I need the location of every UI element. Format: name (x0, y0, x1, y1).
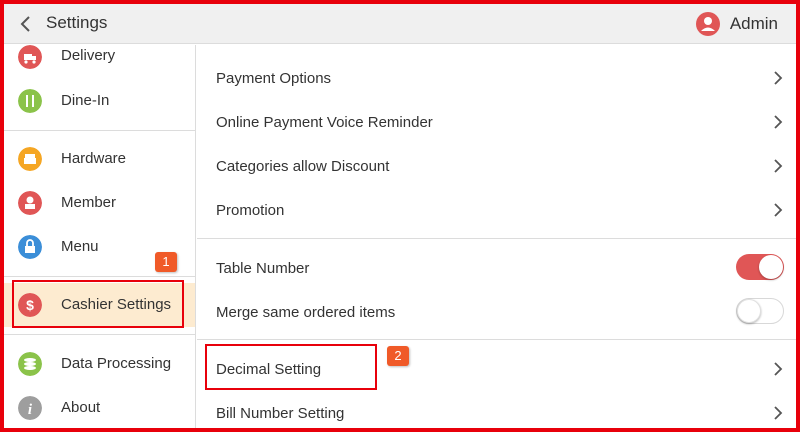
table-number-toggle[interactable] (736, 254, 784, 280)
setting-row-categories-allow-discount[interactable]: Categories allow Discount (197, 144, 796, 188)
sidebar: Delivery Dine-In Hardware Member Menu 1 … (4, 45, 196, 428)
merge-items-toggle[interactable] (736, 298, 784, 324)
user-menu[interactable]: Admin (695, 10, 778, 38)
toggle-knob (759, 255, 783, 279)
annotation-badge-1: 1 (155, 252, 177, 272)
back-icon[interactable] (16, 14, 36, 34)
setting-row-bill-number-setting[interactable]: Bill Number Setting (197, 391, 796, 428)
sidebar-item-label: Member (61, 194, 117, 211)
chevron-right-icon (774, 362, 783, 376)
top-bar: Settings Admin (4, 4, 796, 44)
settings-divider (197, 339, 796, 340)
user-name: Admin (729, 14, 778, 33)
delivery-icon (18, 45, 42, 69)
sidebar-item-hardware[interactable]: Hardware (4, 137, 195, 181)
chevron-right-icon (774, 71, 783, 85)
sidebar-item-label: About (61, 399, 101, 416)
menu-icon (18, 235, 42, 259)
setting-label: Online Payment Voice Reminder (216, 114, 433, 131)
annotation-highlight-cashier (12, 280, 184, 328)
sidebar-item-dine-in[interactable]: Dine-In (4, 79, 195, 123)
setting-label: Promotion (216, 202, 285, 219)
sidebar-divider (4, 276, 195, 277)
chevron-right-icon (774, 115, 783, 129)
sidebar-item-data-processing[interactable]: Data Processing (4, 342, 195, 386)
setting-label: Merge same ordered items (216, 304, 396, 321)
sidebar-item-about[interactable]: i About (4, 386, 195, 428)
about-icon: i (18, 396, 42, 420)
data-processing-icon (18, 352, 42, 376)
setting-label: Bill Number Setting (216, 405, 345, 422)
sidebar-item-label: Menu (61, 238, 99, 255)
settings-divider (197, 238, 796, 239)
sidebar-item-label: Dine-In (61, 92, 110, 109)
chevron-right-icon (774, 406, 783, 420)
dine-in-icon (18, 89, 42, 113)
sidebar-item-label: Hardware (61, 150, 127, 167)
setting-row-online-payment-voice-reminder[interactable]: Online Payment Voice Reminder (197, 100, 796, 144)
app-window: Settings Admin Delivery Dine-In Hardware… (0, 0, 800, 432)
setting-row-promotion[interactable]: Promotion (197, 188, 796, 232)
sidebar-divider (4, 334, 195, 335)
avatar-icon (695, 12, 720, 36)
annotation-highlight-decimal (205, 344, 377, 390)
sidebar-item-label: Data Processing (61, 355, 172, 372)
sidebar-item-member[interactable]: Member (4, 181, 195, 225)
chevron-right-icon (774, 159, 783, 173)
sidebar-item-delivery[interactable]: Delivery (4, 45, 195, 79)
sidebar-item-label: Delivery (61, 47, 116, 64)
member-icon (18, 191, 42, 215)
setting-row-merge-same-ordered-items: Merge same ordered items (197, 290, 796, 334)
settings-panel: Payment Options Online Payment Voice Rem… (197, 45, 796, 428)
setting-row-table-number: Table Number (197, 246, 796, 290)
setting-row-payment-options[interactable]: Payment Options (197, 56, 796, 100)
toggle-knob (737, 299, 761, 323)
chevron-right-icon (774, 203, 783, 217)
setting-label: Categories allow Discount (216, 158, 390, 175)
hardware-icon (18, 147, 42, 171)
setting-label: Table Number (216, 260, 310, 277)
sidebar-divider (4, 130, 195, 131)
setting-label: Payment Options (216, 70, 332, 87)
page-title: Settings (46, 13, 108, 32)
